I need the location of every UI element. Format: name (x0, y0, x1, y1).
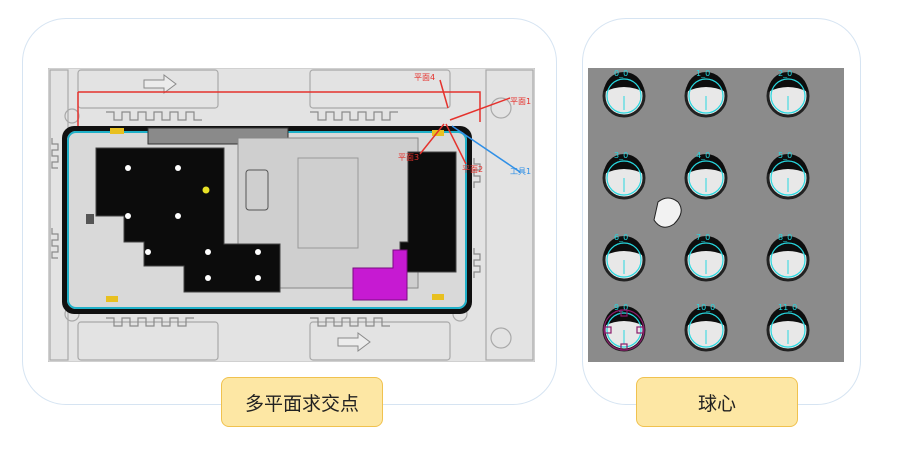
ball-label: 5_0 (778, 151, 792, 160)
ball-label: 3_0 (614, 151, 628, 160)
ball-label: 11_0 (778, 303, 797, 312)
sphere-center-image: 0_0 1_0 2_0 3_0 4_0 5_0 6_0 7_0 8_0 9_0 10_0 11_0 (588, 68, 844, 362)
plane4-label: 平面4 (414, 73, 435, 82)
plane3-label: 平面3 (398, 153, 419, 162)
ball-label: 0_0 (614, 69, 628, 78)
ball-label: 10_0 (696, 303, 715, 312)
ball-label: 7_0 (696, 233, 710, 242)
ball-label: 2_0 (778, 69, 792, 78)
ball-label: 8_0 (778, 233, 792, 242)
multi-plane-image: 平面4 平面1 平面3 平面2 工具1 (48, 68, 535, 362)
tool-label: 工具1 (510, 167, 531, 176)
ball-label: 4_0 (696, 151, 710, 160)
ball-label: 6_0 (614, 233, 628, 242)
plane2-label: 平面2 (462, 165, 483, 174)
multi-plane-caption: 多平面求交点 (221, 377, 383, 427)
sphere-center-caption: 球心 (636, 377, 798, 427)
ball-label: 1_0 (696, 69, 710, 78)
plane1-label: 平面1 (510, 97, 531, 106)
